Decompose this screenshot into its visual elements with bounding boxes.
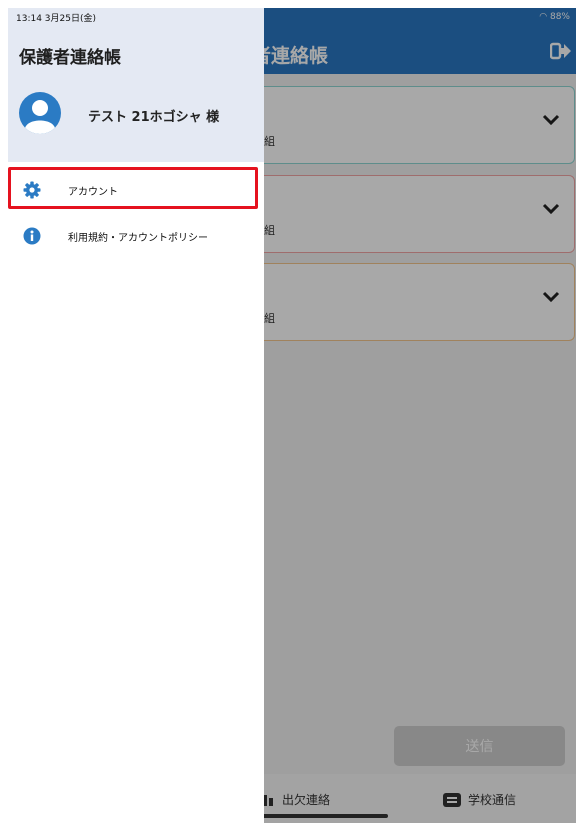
status-time: 13:14 3月25日(金) [16, 14, 96, 24]
drawer-title: 保護者連絡帳 [19, 48, 121, 68]
navigation-drawer: 13:14 3月25日(金) 保護者連絡帳 テスト 21ホゴシャ 様 アカウント… [8, 8, 264, 823]
highlight-box [8, 167, 258, 209]
info-icon [23, 227, 41, 245]
user-name: テスト 21ホゴシャ 様 [88, 110, 220, 125]
menu-item-terms-policy[interactable]: 利用規約・アカウントポリシー [8, 218, 264, 254]
app-screen: ◠ 88% 護者連絡帳 組 組 組 送信 出欠連絡 学校通信 13:14 3月2… [8, 8, 576, 823]
drawer-header: 13:14 3月25日(金) 保護者連絡帳 テスト 21ホゴシャ 様 [8, 8, 264, 162]
menu-item-label: 利用規約・アカウントポリシー [68, 233, 208, 244]
avatar-icon [19, 92, 61, 134]
